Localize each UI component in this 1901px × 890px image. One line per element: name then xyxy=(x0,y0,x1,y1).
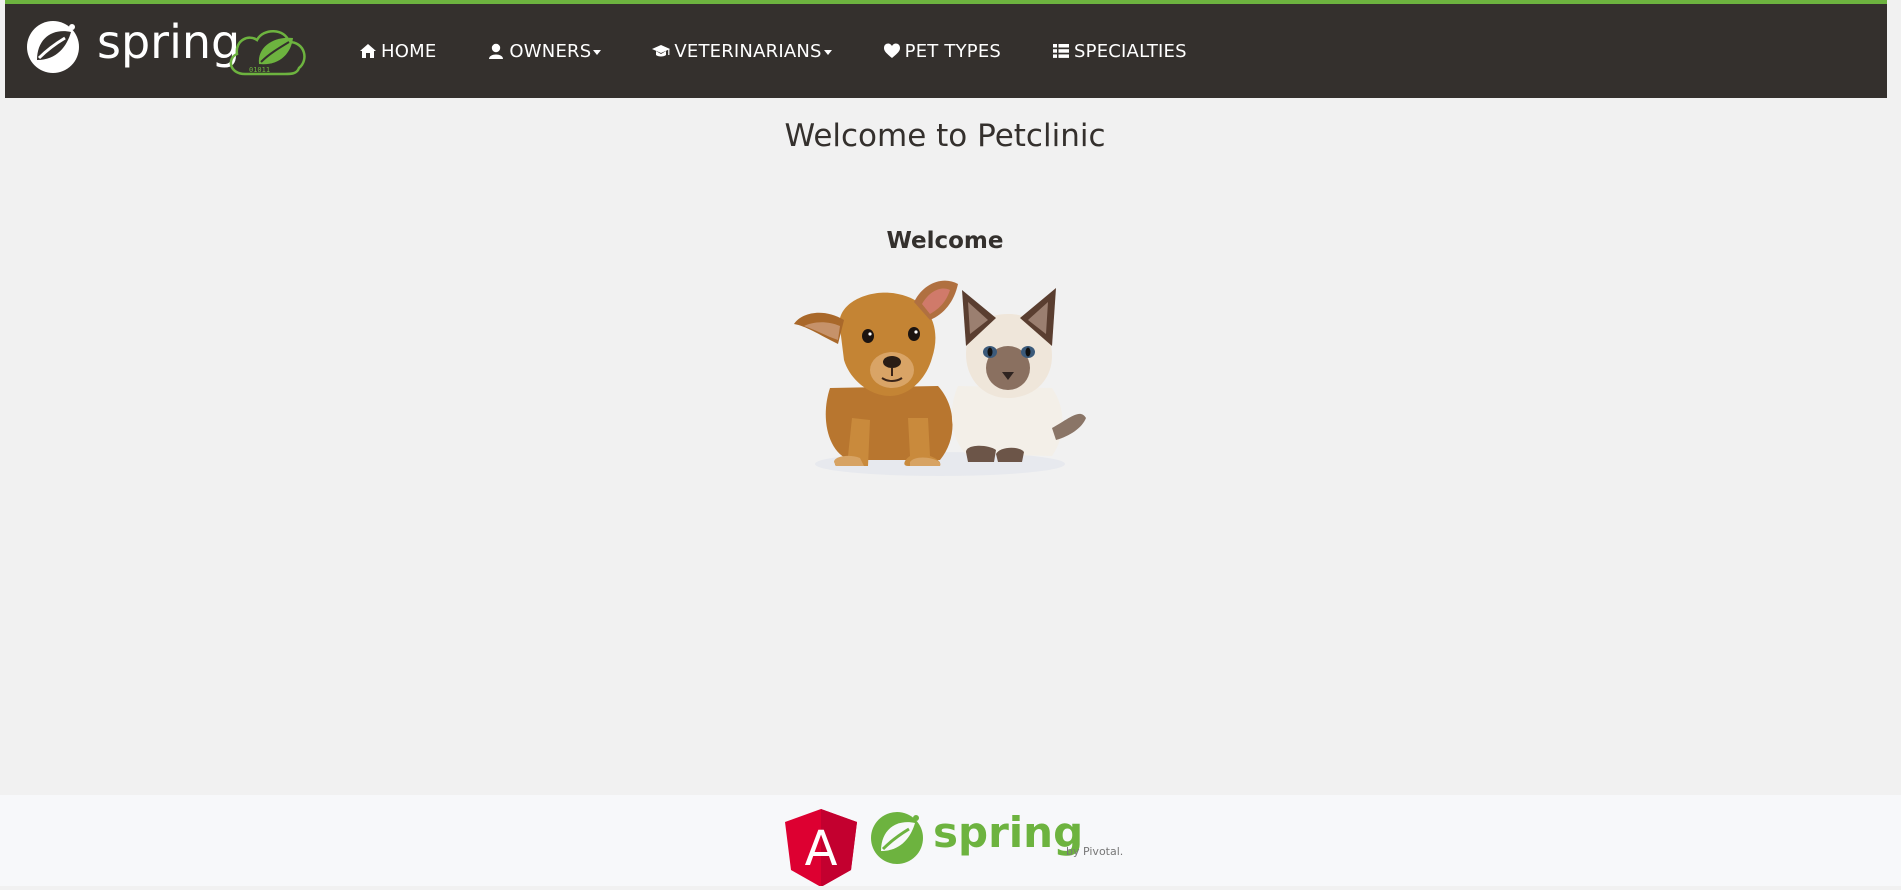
footer: A spring by Pivotal. xyxy=(0,795,1901,887)
main-menu: HOME OWNERS VETERINARIANS PET TYPES SPEC… xyxy=(358,4,1237,98)
nav-owners[interactable]: OWNERS xyxy=(486,40,602,62)
svg-text:01011: 01011 xyxy=(249,66,270,74)
footer-logos: A spring by Pivotal. xyxy=(783,807,1123,887)
spring-footer-logo: spring by Pivotal. xyxy=(871,808,1123,864)
svg-text:spring: spring xyxy=(933,808,1083,857)
chevron-down-icon xyxy=(593,50,602,55)
page-title: Welcome to Petclinic xyxy=(784,118,1106,154)
home-icon xyxy=(358,41,378,61)
welcome-heading: Welcome xyxy=(886,228,1004,254)
nav-pet-types[interactable]: PET TYPES xyxy=(882,41,1001,62)
spring-logo[interactable]: spring 01011 xyxy=(23,15,313,78)
nav-home-label: HOME xyxy=(381,40,437,62)
svg-text:A: A xyxy=(805,821,838,877)
nav-specialties-label: SPECIALTIES xyxy=(1074,40,1187,62)
heart-icon xyxy=(882,41,902,61)
dog-illustration xyxy=(794,280,958,466)
graduation-cap-icon xyxy=(651,41,671,61)
nav-specialties[interactable]: SPECIALTIES xyxy=(1051,41,1187,62)
nav-owners-label: OWNERS xyxy=(509,40,592,62)
nav-veterinarians[interactable]: VETERINARIANS xyxy=(651,40,832,62)
pets-image xyxy=(790,268,1090,480)
spring-wordmark: spring xyxy=(97,16,240,69)
top-navbar: spring 01011 HOME OWNERS VETERINARIANS P… xyxy=(5,0,1887,98)
nav-home[interactable]: HOME xyxy=(358,41,436,62)
angular-logo: A xyxy=(785,809,857,887)
user-icon xyxy=(486,41,506,61)
nav-pet-types-label: PET TYPES xyxy=(904,40,1002,62)
nav-veterinarians-label: VETERINARIANS xyxy=(674,40,822,62)
chevron-down-icon xyxy=(823,50,832,55)
list-icon xyxy=(1051,41,1071,61)
svg-text:by Pivotal.: by Pivotal. xyxy=(1066,845,1123,858)
cat-illustration xyxy=(951,288,1086,462)
